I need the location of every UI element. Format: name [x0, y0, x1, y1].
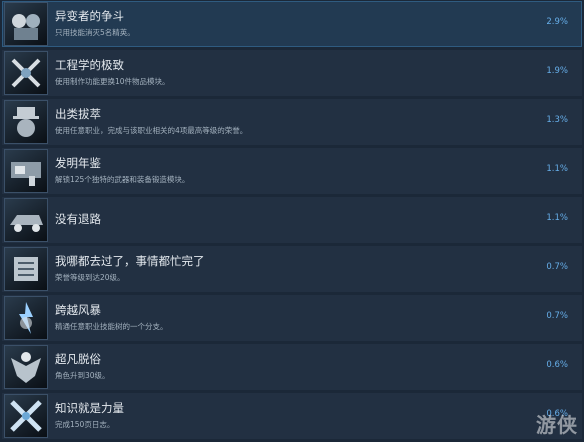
winged-figure-icon	[4, 345, 48, 389]
achievement-list: 异变者的争斗只用技能消灭5名精英。 2.9% 工程学的极致使用制作功能更换10件物品…	[0, 0, 584, 442]
achievement-row[interactable]: 超凡脱俗角色升到30级。 0.6%	[2, 344, 582, 390]
achievement-description: 角色升到30级。	[55, 371, 110, 380]
achievement-row[interactable]: 没有退路 1.1%	[2, 197, 582, 243]
achievement-description: 荣誉等级到达20级。	[55, 273, 125, 282]
achievement-description: 精通任意职业技能树的一个分支。	[55, 322, 168, 331]
achievement-title: 我哪都去过了，事情都忙完了	[55, 254, 205, 268]
vehicle-icon	[4, 198, 48, 242]
crystal-warriors-icon	[4, 2, 48, 46]
crossed-blades-icon	[4, 394, 48, 438]
achievement-title: 跨越风暴	[55, 303, 101, 317]
achievement-description: 使用任意职业，完成与该职业相关的4项最高等级的荣誉。	[55, 126, 248, 135]
unlock-percentage: 0.7%	[546, 311, 568, 321]
circuit-cube-icon	[4, 247, 48, 291]
achievement-row[interactable]: 异变者的争斗只用技能消灭5名精英。 2.9%	[2, 1, 582, 47]
achievement-description: 完成150页日志。	[55, 420, 115, 429]
watermark-logo: 游侠	[536, 413, 578, 437]
unlock-percentage: 1.9%	[546, 66, 568, 76]
achievement-description: 使用制作功能更换10件物品模块。	[55, 77, 170, 86]
achievement-row[interactable]: 出类拔萃使用任意职业，完成与该职业相关的4项最高等级的荣誉。 1.3%	[2, 99, 582, 145]
achievement-title: 超凡脱俗	[55, 352, 101, 366]
achievement-description: 解锁125个独特的武器和装备锻造模块。	[55, 175, 190, 184]
achievement-title: 知识就是力量	[55, 401, 124, 415]
unlock-percentage: 1.1%	[546, 164, 568, 174]
achievement-row[interactable]: 发明年鉴解锁125个独特的武器和装备锻造模块。 1.1%	[2, 148, 582, 194]
unlock-percentage: 0.7%	[546, 262, 568, 272]
top-hat-skull-icon	[4, 100, 48, 144]
achievement-row[interactable]: 我哪都去过了，事情都忙完了荣誉等级到达20级。 0.7%	[2, 246, 582, 292]
unlock-percentage: 2.9%	[546, 17, 568, 27]
achievement-title: 异变者的争斗	[55, 9, 124, 23]
achievement-description: 只用技能消灭5名精英。	[55, 28, 135, 37]
achievement-title: 工程学的极致	[55, 58, 124, 72]
weapon-blueprint-icon	[4, 149, 48, 193]
unlock-percentage: 1.3%	[546, 115, 568, 125]
unlock-percentage: 0.6%	[546, 360, 568, 370]
achievement-title: 没有退路	[55, 212, 101, 226]
storm-figure-icon	[4, 296, 48, 340]
achievement-row[interactable]: 知识就是力量 完成150页日志。 0.6%	[2, 393, 582, 439]
achievement-title: 发明年鉴	[55, 156, 101, 170]
achievement-title: 出类拔萃	[55, 107, 101, 121]
crossed-tools-icon	[4, 51, 48, 95]
achievement-row[interactable]: 跨越风暴精通任意职业技能树的一个分支。 0.7%	[2, 295, 582, 341]
achievement-row[interactable]: 工程学的极致使用制作功能更换10件物品模块。 1.9%	[2, 50, 582, 96]
unlock-percentage: 1.1%	[546, 213, 568, 223]
